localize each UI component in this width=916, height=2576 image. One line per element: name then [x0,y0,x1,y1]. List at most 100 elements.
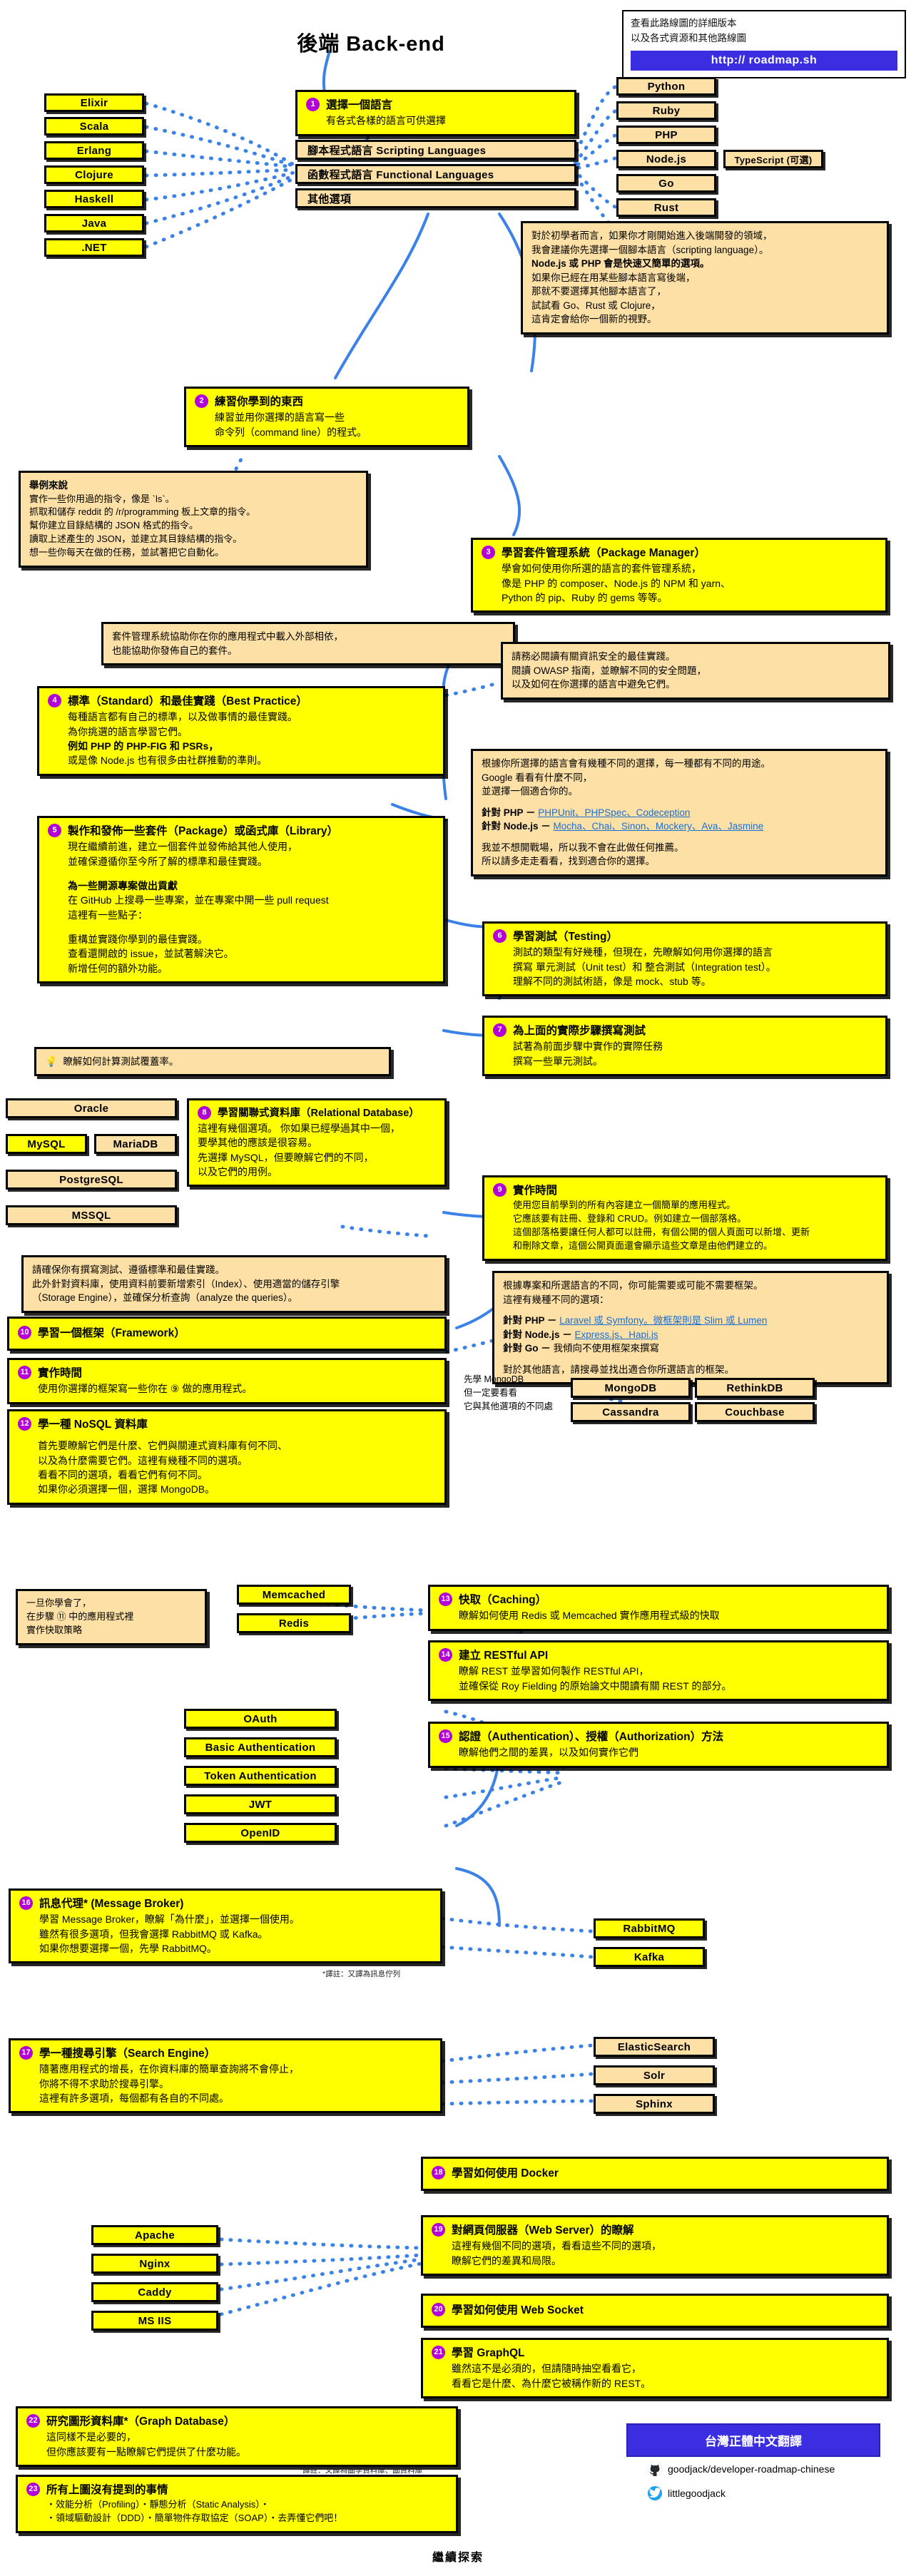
db-mariadb[interactable]: MariaDB [94,1134,177,1154]
step-23-card[interactable]: 23 所有上圖沒有提到的事情 ・效能分析（Profiling）・靜態分析（Stat… [16,2475,458,2534]
db-postgresql[interactable]: PostgreSQL [6,1170,177,1190]
github-credit[interactable]: goodjack/developer-roadmap-chinese [648,2462,835,2476]
step-12-card[interactable]: 12 學一種 NoSQL 資料庫 首先要瞭解它們是什麼、它們與關連式資料庫有何不同… [7,1409,447,1505]
framework-php-items[interactable]: Laravel 或 Symfony。微框架則是 Slim 或 Lumen [559,1315,767,1326]
beginner-note-line-5: 試試看 Go、Rust 或 Clojure， [531,300,661,311]
step-14-card[interactable]: 14 建立 RESTful API 瞭解 REST 並學習如何製作 RESTful… [428,1640,889,1702]
nosql-couchbase[interactable]: Couchbase [695,1402,815,1422]
auth-openid[interactable]: OpenID [184,1823,337,1843]
nosql-mongodb[interactable]: MongoDB [571,1378,691,1398]
step-21-card[interactable]: 21 學習 GraphQL 雖然這不是必須的，但請隨時抽空看看它， 看看它是什麼、… [421,2338,889,2399]
lang-category-other[interactable]: 其他選項 [295,188,576,208]
nosql-rethinkdb[interactable]: RethinkDB [695,1378,815,1398]
db-practice-note: 請確保你有撰寫測試、遵循標準和最佳實踐。 此外針對資料庫，使用資料前要新增索引（… [21,1255,447,1313]
lang-elixir[interactable]: Elixir [44,93,144,112]
step-7-card[interactable]: 7 為上面的實際步驟撰寫測試 試著為前面步驟中實作的實際任務 撰寫一些單元測試。 [482,1016,887,1077]
lang-scala[interactable]: Scala [44,117,144,136]
webserver-caddy[interactable]: Caddy [91,2282,218,2302]
nosql-mongodb-label: MongoDB [604,1381,657,1394]
db-oracle[interactable]: Oracle [6,1098,177,1118]
lang-go[interactable]: Go [616,174,716,193]
search-sphinx[interactable]: Sphinx [594,2094,715,2114]
step-16-card[interactable]: 16 訊息代理* (Message Broker) 學習 Message Brok… [9,1888,442,1964]
broker-kafka[interactable]: Kafka [594,1947,705,1967]
webserver-apache-label: Apache [135,2229,175,2242]
translate-credit-button[interactable]: 台灣正體中文翻譯 [626,2423,880,2457]
examples-note: 舉例來說 實作一些你用過的指令，像是 `ls`。 抓取和儲存 reddit 的 … [19,471,368,568]
step-4-card[interactable]: 4 標準（Standard）和最佳實踐（Best Practice） 每種語言都有… [37,686,445,776]
webserver-nginx[interactable]: Nginx [91,2254,218,2274]
step-8-card[interactable]: 8 學習關聯式資料庫（Relational Database） 這裡有幾個選項。 … [187,1098,447,1187]
lang-php[interactable]: PHP [616,126,716,144]
testing-options-note: 根據你所選擇的語言會有幾種不同的選擇，每一種都有不同的用途。 Google 看看… [471,749,887,876]
auth-oauth[interactable]: OAuth [184,1709,337,1729]
testing-php-label: 針對 PHP － [482,807,536,818]
lang-category-scripting[interactable]: 腳本程式語言 Scripting Languages [295,140,576,160]
beginner-note-line-0: 對於初學者而言，如果你才剛開始進入後端開發的領域， [531,230,773,241]
cache-memcached[interactable]: Memcached [237,1585,351,1605]
step-6-card[interactable]: 6 學習測試（Testing） 測試的類型有好幾種，但現在，先瞭解如何用你選擇的語… [482,921,887,997]
step-18-card[interactable]: 18 學習如何使用 Docker [421,2157,889,2192]
broker-rabbitmq[interactable]: RabbitMQ [594,1918,705,1938]
webserver-msiis[interactable]: MS IIS [91,2311,218,2331]
twitter-credit[interactable]: littlegoodjack [648,2486,726,2500]
step-9-line-0: 使用您目前學到的所有內容建立一個簡單的應用程式。 [513,1200,736,1211]
step-15-card[interactable]: 15 認證（Authentication）、授權（Authorization）方法… [428,1722,889,1768]
step-2-card[interactable]: 2 練習你學到的東西 練習並用你選擇的語言寫一些 命令列（command line… [184,387,469,448]
step-10-title: 學習一個框架（Framework） [38,1327,185,1339]
step-1-card[interactable]: 1 選擇一個語言 有各式各樣的語言可供選擇 [295,90,576,136]
auth-basic[interactable]: Basic Authentication [184,1737,337,1757]
step-9-line-1: 它應該要有註冊、登錄和 CRUD。例如建立一個部落格。 [513,1213,747,1225]
page-title: 後端 Back-end [297,33,445,56]
testing-php-items[interactable]: PHPUnit、PHPSpec、Codeception [538,807,690,818]
step-13-title: 快取（Caching） [459,1594,547,1606]
roadmap-url-button[interactable]: http:// roadmap.sh [631,50,897,71]
nosql-cassandra[interactable]: Cassandra [571,1402,691,1422]
testing-tail-1: 所以請多走走看看，找到適合你的選擇。 [482,856,655,867]
step-22-number: 22 [26,2414,40,2428]
step-17-line-1: 你將不得不求助於搜尋引擎。 [39,2077,169,2090]
step-11-card[interactable]: 11 實作時間 使用你選擇的框架寫一些你在 ⑨ 做的應用程式。 [7,1358,447,1404]
lang-scala-label: Scala [79,120,109,133]
step-20-card[interactable]: 20 學習如何使用 Web Socket [421,2294,889,2329]
db-mssql[interactable]: MSSQL [6,1205,177,1225]
lang-typescript-note[interactable]: TypeScript (可選) [723,150,823,168]
lang-erlang[interactable]: Erlang [44,141,144,160]
auth-jwt[interactable]: JWT [184,1794,337,1814]
lang-clojure[interactable]: Clojure [44,165,144,184]
step-21-title: 學習 GraphQL [452,2347,525,2359]
step-5-title: 製作和發佈一些套件（Package）或函式庫（Library） [68,825,338,837]
step-8-line-2: 先選擇 MySQL，但要瞭解它們的不同， [198,1151,374,1163]
lang-python[interactable]: Python [616,77,716,96]
lang-dotnet[interactable]: .NET [44,238,144,257]
cache-redis[interactable]: Redis [237,1613,351,1633]
step-5-card[interactable]: 5 製作和發佈一些套件（Package）或函式庫（Library） 現在繼續前進，… [37,816,445,983]
step-19-card[interactable]: 19 對網頁伺服器（Web Server）的瞭解 這裡有幾個不同的選項，看看這些不… [421,2215,889,2276]
step-14-line-0: 瞭解 REST 並學習如何製作 RESTful API， [459,1665,649,1677]
testing-node-items[interactable]: Mocha、Chai、Sinon、Mockery、Ava、Jasmine [554,821,764,832]
auth-token[interactable]: Token Authentication [184,1766,337,1786]
db-practice-line-0: 請確保你有撰寫測試、遵循標準和最佳實踐。 [32,1264,225,1275]
lang-ruby[interactable]: Ruby [616,101,716,120]
step-22-card[interactable]: 22 研究圖形資料庫*（Graph Database） 這同樣不是必要的， 但你應… [16,2406,458,2468]
lang-nodejs[interactable]: Node.js [616,150,716,168]
search-solr[interactable]: Solr [594,2065,715,2085]
step-13-card[interactable]: 13 快取（Caching） 瞭解如何使用 Redis 或 Memcached 實… [428,1585,889,1631]
step-12-line-3: 如果你必須選擇一個，選擇 MongoDB。 [38,1483,215,1496]
search-elasticsearch[interactable]: ElasticSearch [594,2037,715,2057]
beginner-note: 對於初學者而言，如果你才剛開始進入後端開發的領域， 我會建議你先選擇一個腳本語言… [521,221,889,334]
lang-haskell[interactable]: Haskell [44,190,144,208]
framework-node-items[interactable]: Express.js、Hapi.js [575,1329,658,1340]
step-17-card[interactable]: 17 學一種搜尋引擎（Search Engine） 隨著應用程式的增長，在你資料庫… [9,2038,442,2114]
lang-typescript-label: TypeScript (可選) [734,154,813,165]
webserver-apache[interactable]: Apache [91,2225,218,2245]
db-mysql[interactable]: MySQL [6,1134,87,1154]
step-17-line-0: 隨著應用程式的增長，在你資料庫的簡單查詢將不會停止， [39,2063,299,2075]
lang-category-functional[interactable]: 函數程式語言 Functional Languages [295,164,576,184]
lang-rust[interactable]: Rust [616,198,716,217]
lang-java[interactable]: Java [44,214,144,232]
step-10-card[interactable]: 10 學習一個框架（Framework） [7,1317,447,1351]
step-9-title: 實作時間 [513,1185,558,1197]
step-9-card[interactable]: 9 實作時間 使用您目前學到的所有內容建立一個簡單的應用程式。 它應該要有註冊、登… [482,1175,887,1261]
step-3-card[interactable]: 3 學習套件管理系統（Package Manager） 學會如何使用你所選的語言的… [471,538,887,613]
